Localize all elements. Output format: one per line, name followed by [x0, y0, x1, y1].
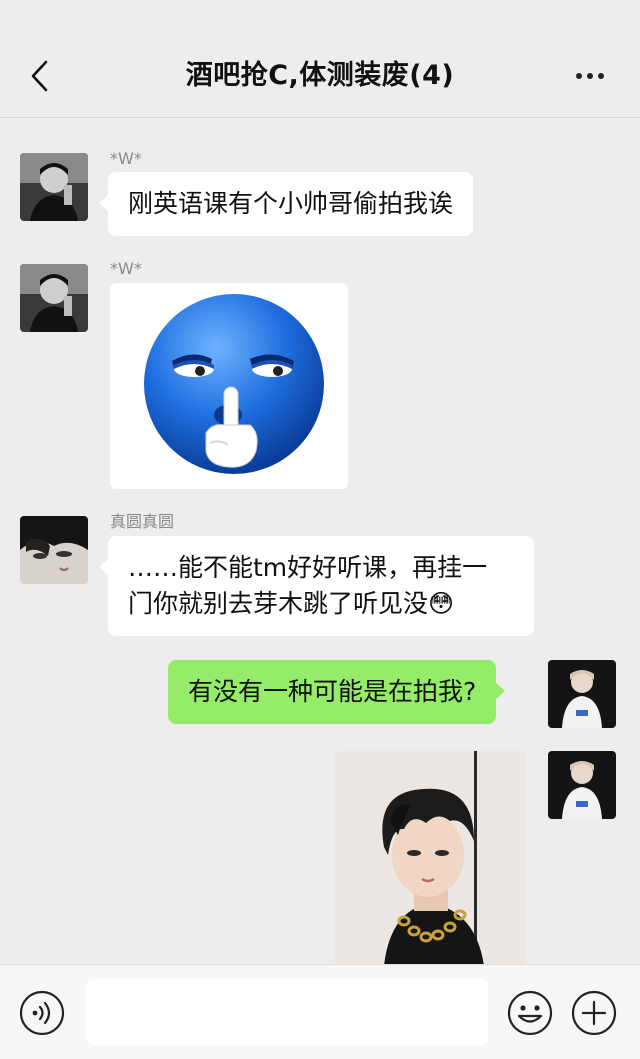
message-line: ……能不能tm好好听课，再挂一: [128, 553, 488, 582]
avatar-w[interactable]: [20, 153, 88, 221]
avatar-zhenyuan[interactable]: [20, 516, 88, 584]
message-line: 门你就别去芽木跳了听见没😳: [128, 589, 455, 618]
more-dots-icon: [576, 73, 582, 79]
input-bar: [0, 964, 640, 1059]
sticker-image[interactable]: [110, 283, 348, 489]
sender-name: *W*: [110, 149, 142, 168]
voice-icon: [19, 990, 65, 1036]
shush-emoji-icon: [144, 294, 324, 474]
message-bubble[interactable]: 刚英语课有个小帅哥偷拍我诶: [98, 172, 474, 236]
avatar-me[interactable]: [548, 751, 616, 819]
my-message-bubble[interactable]: 有没有一种可能是在拍我?: [168, 660, 506, 724]
voice-button[interactable]: [18, 989, 66, 1037]
plus-button[interactable]: [570, 989, 618, 1037]
emoji-button[interactable]: [506, 989, 554, 1037]
sender-name: 真圆真圆: [110, 512, 175, 531]
chat-header: 酒吧抢C,体测装废(4): [0, 0, 640, 118]
avatar-me[interactable]: [548, 660, 616, 728]
photo-message[interactable]: [334, 751, 526, 964]
chat-screen: 酒吧抢C,体测装废(4) *W* 刚英语课有个小帅哥偷拍我诶 *W* 真圆真圆 …: [0, 0, 640, 1059]
flushed-emoji-icon: 😳: [428, 589, 455, 618]
emoji-icon: [507, 990, 553, 1036]
sender-name: *W*: [110, 259, 142, 278]
more-button[interactable]: [570, 62, 610, 90]
avatar-w[interactable]: [20, 264, 88, 332]
selfie-photo: [334, 751, 526, 964]
message-input[interactable]: [86, 979, 488, 1045]
chat-title: 酒吧抢C,体测装废(4): [185, 60, 455, 91]
plus-circle-icon: [571, 990, 617, 1036]
message-list[interactable]: *W* 刚英语课有个小帅哥偷拍我诶 *W* 真圆真圆 ……能不能tm好好听课，再…: [0, 119, 640, 964]
message-bubble[interactable]: ……能不能tm好好听课，再挂一 门你就别去芽木跳了听见没😳: [99, 536, 534, 636]
